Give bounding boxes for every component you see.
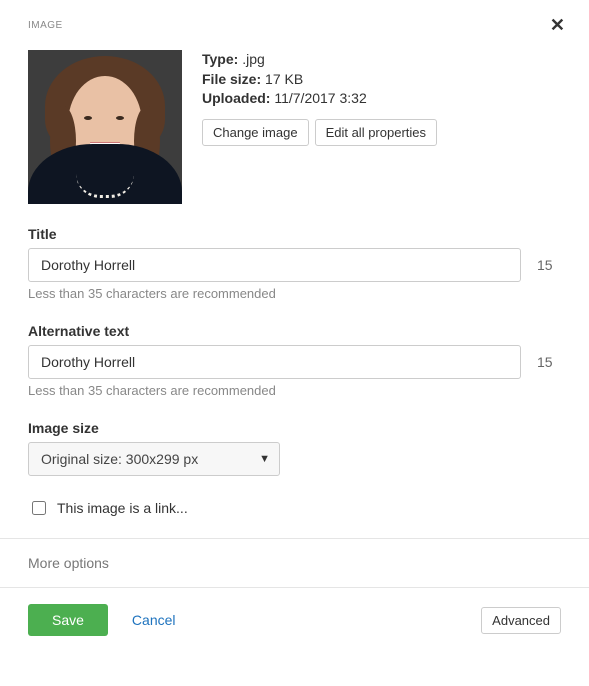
image-is-link-label: This image is a link... <box>57 500 188 516</box>
image-size-field-block: Image size Original size: 300x299 px ▼ <box>28 420 561 476</box>
alt-text-label: Alternative text <box>28 323 561 339</box>
image-size-select[interactable]: Original size: 300x299 px <box>28 442 280 476</box>
save-button[interactable]: Save <box>28 604 108 636</box>
type-value: .jpg <box>242 51 265 67</box>
dialog-header: IMAGE ✕ <box>0 0 589 42</box>
title-char-count: 15 <box>537 257 561 273</box>
dialog-content: Type: .jpg File size: 17 KB Uploaded: 11… <box>0 50 589 538</box>
title-input[interactable] <box>28 248 521 282</box>
type-label: Type: <box>202 51 238 67</box>
dialog-footer: Save Cancel Advanced <box>0 588 589 654</box>
uploaded-value: 11/7/2017 3:32 <box>274 90 366 106</box>
dialog-title: IMAGE <box>28 20 63 31</box>
alt-text-hint: Less than 35 characters are recommended <box>28 383 561 398</box>
image-meta: Type: .jpg File size: 17 KB Uploaded: 11… <box>202 50 437 146</box>
cancel-link[interactable]: Cancel <box>132 612 176 628</box>
image-thumbnail[interactable] <box>28 50 182 204</box>
filesize-value: 17 KB <box>265 71 303 87</box>
image-size-label: Image size <box>28 420 561 436</box>
alt-text-char-count: 15 <box>537 354 561 370</box>
title-label: Title <box>28 226 561 242</box>
more-options-toggle[interactable]: More options <box>0 539 589 587</box>
title-field-block: Title 15 Less than 35 characters are rec… <box>28 226 561 301</box>
image-is-link-checkbox[interactable] <box>32 501 46 515</box>
edit-all-properties-button[interactable]: Edit all properties <box>315 119 437 146</box>
uploaded-label: Uploaded: <box>202 90 270 106</box>
close-icon[interactable]: ✕ <box>546 16 569 34</box>
change-image-button[interactable]: Change image <box>202 119 309 146</box>
title-hint: Less than 35 characters are recommended <box>28 286 561 301</box>
filesize-label: File size: <box>202 71 261 87</box>
image-dialog: IMAGE ✕ Type: .jpg <box>0 0 589 654</box>
image-meta-row: Type: .jpg File size: 17 KB Uploaded: 11… <box>28 50 561 204</box>
advanced-button[interactable]: Advanced <box>481 607 561 634</box>
alt-text-input[interactable] <box>28 345 521 379</box>
alt-text-field-block: Alternative text 15 Less than 35 charact… <box>28 323 561 398</box>
